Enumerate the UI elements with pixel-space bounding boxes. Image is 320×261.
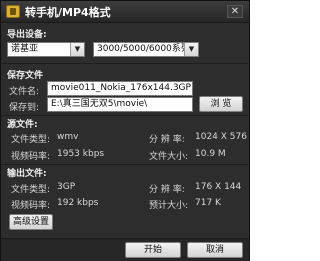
source-type-value: wmv [57,132,79,142]
convert-dialog: 转手机/MP4格式 ✕ 导出设备: 诺基亚 ▼ 3000/5000/6000系列… [0,0,250,261]
source-bitrate-label: 视频码率: [11,152,51,162]
save-path-label: 保存到: [9,103,40,113]
output-size-label: 预计大小: [149,201,189,211]
device-model-select[interactable]: 3000/5000/6000系列 ▼ [93,42,199,57]
chevron-down-icon: ▼ [70,43,84,56]
output-bitrate-label: 视频码率: [11,201,51,211]
source-size-value: 10.9 M [195,149,226,159]
source-resolution-label: 分 辨 率: [149,135,185,145]
device-model-value: 3000/5000/6000系列 [97,44,190,54]
save-file-heading: 保存文件 [7,71,44,81]
source-resolution-value: 1024 X 576 [195,132,247,142]
filename-input[interactable]: movie011_Nokia_176x144.3GP [47,81,193,96]
output-file-heading: 输出文件: [7,169,47,179]
divider [1,115,249,116]
divider [1,63,249,64]
close-button[interactable]: ✕ [227,5,243,18]
source-file-heading: 源文件: [7,120,38,130]
app-icon [6,5,20,18]
export-device-heading: 导出设备: [7,30,47,40]
output-bitrate-value: 192 kbps [57,198,99,208]
cancel-button[interactable]: 取消 [187,242,243,258]
output-size-value: 717 K [195,198,221,208]
divider [1,164,249,165]
start-button[interactable]: 开始 [125,242,181,258]
source-size-label: 文件大小: [149,152,189,162]
output-type-value: 3GP [57,182,76,192]
browse-button[interactable]: 浏 览 [199,96,243,112]
window-title: 转手机/MP4格式 [25,6,111,19]
advanced-settings-button[interactable]: 高级设置 [9,214,53,230]
output-resolution-label: 分 辨 率: [149,185,185,195]
title-bar[interactable]: 转手机/MP4格式 ✕ [1,1,249,23]
output-type-label: 文件类型: [11,185,51,195]
save-path-input[interactable]: E:\真三国无双5\movie\ [47,97,193,112]
device-brand-select[interactable]: 诺基亚 ▼ [7,42,85,57]
filename-label: 文件名: [9,87,40,97]
source-type-label: 文件类型: [11,135,51,145]
device-brand-value: 诺基亚 [11,44,39,54]
output-resolution-value: 176 X 144 [195,182,242,192]
chevron-down-icon: ▼ [184,43,198,56]
source-bitrate-value: 1953 kbps [57,149,105,159]
action-bar: 开始 取消 [1,238,249,261]
